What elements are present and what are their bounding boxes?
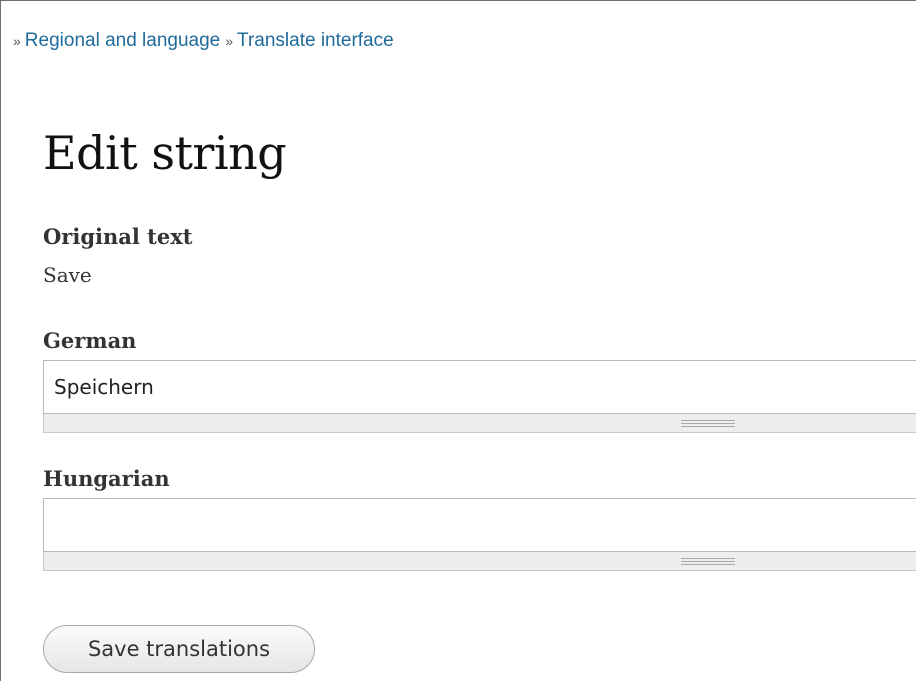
original-text-value: Save — [43, 263, 92, 287]
breadcrumb-separator: » — [13, 33, 21, 49]
german-translation-field: Speichern — [43, 360, 916, 433]
hungarian-translation-field — [43, 498, 916, 571]
hungarian-label: Hungarian — [43, 466, 170, 491]
breadcrumb-separator: » — [225, 33, 234, 49]
breadcrumb-link-translate-interface[interactable]: Translate interface — [237, 30, 394, 51]
german-translation-textarea[interactable]: Speichern — [43, 360, 916, 414]
original-text-label: Original text — [43, 224, 193, 249]
hungarian-translation-textarea[interactable] — [43, 498, 916, 552]
grip-icon — [681, 558, 735, 565]
page: » Regional and language» Translate interfa… — [0, 0, 916, 681]
save-translations-button[interactable]: Save translations — [43, 625, 315, 673]
german-label: German — [43, 328, 137, 353]
german-resize-handle[interactable] — [43, 414, 916, 433]
breadcrumb: » Regional and language» Translate interfa… — [13, 29, 394, 53]
page-title: Edit string — [43, 126, 287, 180]
breadcrumb-link-regional-and-language[interactable]: Regional and language — [25, 30, 220, 51]
grip-icon — [681, 420, 735, 427]
hungarian-resize-handle[interactable] — [43, 552, 916, 571]
